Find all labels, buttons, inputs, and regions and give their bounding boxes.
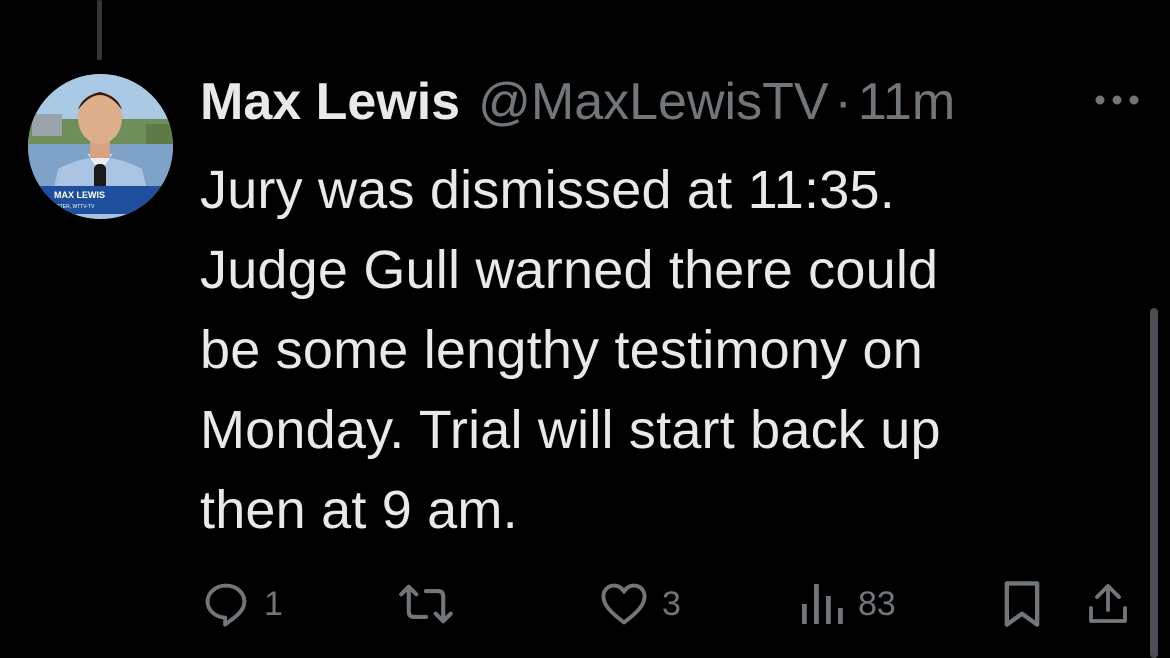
views-button[interactable]: 83 bbox=[798, 576, 896, 632]
avatar-photo: MAX LEWIS REPORTER, WTTV-TV bbox=[28, 74, 173, 219]
retweet-icon bbox=[399, 584, 453, 624]
header-separator: · bbox=[834, 73, 852, 131]
thread-connector-line bbox=[97, 0, 102, 60]
heart-icon bbox=[601, 583, 647, 625]
share-icon bbox=[1089, 584, 1127, 623]
retweet-button[interactable] bbox=[398, 576, 466, 632]
tweet-actions-bar: 1 3 83 bbox=[0, 576, 1170, 632]
user-handle[interactable]: @MaxLewisTV bbox=[478, 70, 828, 134]
tweet-text: Jury was dismissed at 11:35. Judge Gull … bbox=[200, 160, 941, 540]
reply-count: 1 bbox=[264, 584, 283, 623]
display-name[interactable]: Max Lewis bbox=[200, 70, 460, 134]
reply-button[interactable]: 1 bbox=[200, 576, 283, 632]
scrollbar[interactable] bbox=[1150, 308, 1158, 658]
share-button[interactable] bbox=[1084, 576, 1132, 632]
avatar-lower-third-name: MAX LEWIS bbox=[54, 190, 105, 200]
avatar-lower-third-title: REPORTER, WTTV-TV bbox=[42, 204, 95, 210]
reply-icon bbox=[205, 583, 247, 627]
views-icon bbox=[802, 584, 843, 624]
avatar[interactable]: MAX LEWIS REPORTER, WTTV-TV bbox=[28, 74, 173, 219]
timestamp[interactable]: 11m bbox=[858, 70, 955, 134]
views-count: 83 bbox=[858, 584, 896, 623]
bookmark-button[interactable] bbox=[1000, 576, 1044, 632]
tweet-header: Max Lewis @MaxLewisTV · 11m bbox=[200, 70, 955, 134]
bookmark-icon bbox=[1004, 581, 1040, 627]
more-options-button[interactable] bbox=[1094, 92, 1140, 108]
more-horizontal-icon bbox=[1095, 95, 1139, 105]
like-count: 3 bbox=[662, 584, 681, 623]
like-button[interactable]: 3 bbox=[598, 576, 681, 632]
